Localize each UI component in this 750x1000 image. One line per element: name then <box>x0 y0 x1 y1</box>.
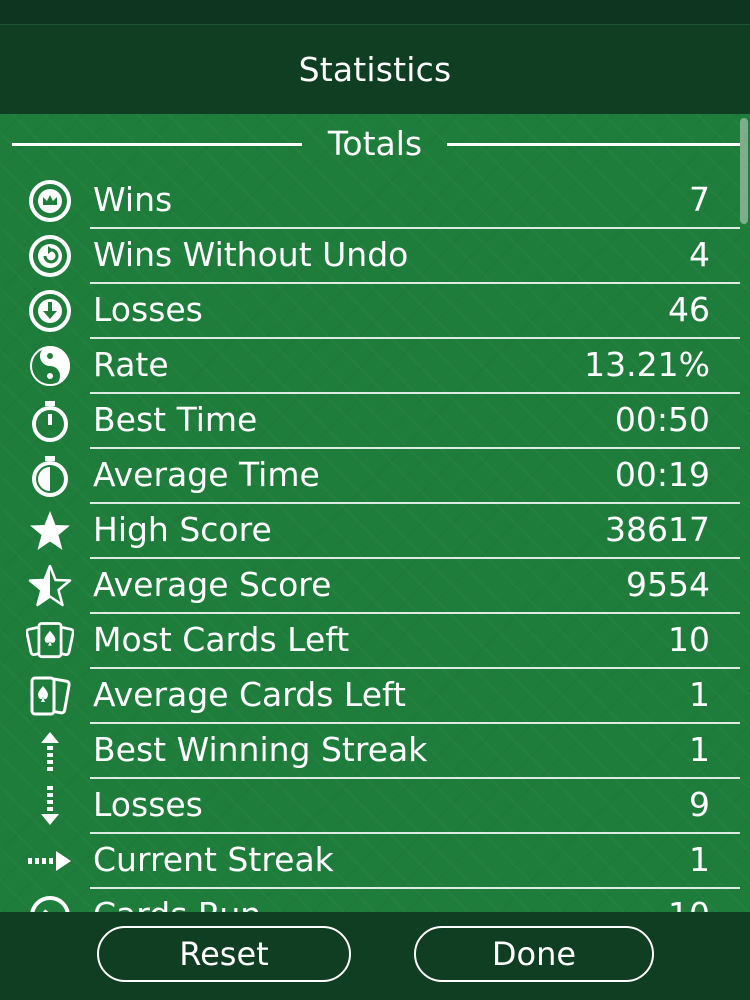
stat-label: Best Time <box>93 400 258 439</box>
stat-label: Best Winning Streak <box>93 730 428 769</box>
stat-label: Rate <box>93 345 169 384</box>
stat-row-best-winning-streak: Best Winning Streak 1 <box>0 724 740 779</box>
stat-label: Current Streak <box>93 840 334 879</box>
stat-label: Cards Run <box>93 895 261 912</box>
dotted-up-arrow-icon <box>26 729 74 773</box>
stats-scroll-area[interactable]: Totals Wins 7 Wins Without Undo 4 Losses… <box>0 114 750 912</box>
stat-label: Wins Without Undo <box>93 235 409 274</box>
bottom-bar: Reset Done <box>0 912 750 1000</box>
stat-value: 1 <box>689 730 710 769</box>
yin-yang-icon <box>26 344 74 388</box>
stat-label: Average Time <box>93 455 320 494</box>
cards-run-icon <box>26 894 74 912</box>
cards-pair-icon <box>26 674 74 718</box>
title-bar: Statistics <box>0 25 750 114</box>
stat-label: Losses <box>93 785 203 824</box>
stat-row-rate: Rate 13.21% <box>0 339 740 394</box>
stopwatch-half-icon <box>26 454 74 498</box>
stat-label: Wins <box>93 180 173 219</box>
stats-list: Wins 7 Wins Without Undo 4 Losses 46 Rat… <box>0 174 740 912</box>
stat-value: 13.21% <box>584 345 710 384</box>
stat-value: 7 <box>689 180 710 219</box>
stat-value: 00:50 <box>614 400 710 439</box>
stat-row-most-cards-left: Most Cards Left 10 <box>0 614 740 669</box>
top-strip <box>0 0 750 25</box>
page-title: Statistics <box>298 50 452 89</box>
star-icon <box>26 509 74 553</box>
down-arrow-circle-icon <box>26 289 74 333</box>
stat-value: 9 <box>689 785 710 824</box>
section-header-totals: Totals <box>0 114 740 178</box>
stat-row-losses: Losses 46 <box>0 284 740 339</box>
stat-row-wins: Wins 7 <box>0 174 740 229</box>
stat-row-wins-without-undo: Wins Without Undo 4 <box>0 229 740 284</box>
dotted-right-arrow-icon <box>26 839 74 883</box>
dotted-down-arrow-icon <box>26 784 74 828</box>
stat-label: High Score <box>93 510 272 549</box>
stat-label: Average Score <box>93 565 332 604</box>
done-button[interactable]: Done <box>414 926 654 982</box>
stat-row-current-streak: Current Streak 1 <box>0 834 740 889</box>
stat-label: Losses <box>93 290 203 329</box>
stat-label: Average Cards Left <box>93 675 406 714</box>
stat-row-average-time: Average Time 00:19 <box>0 449 740 504</box>
stat-row-best-time: Best Time 00:50 <box>0 394 740 449</box>
stat-value: 10 <box>668 895 710 912</box>
stat-row-high-score: High Score 38617 <box>0 504 740 559</box>
stat-value: 38617 <box>605 510 710 549</box>
stat-value: 1 <box>689 675 710 714</box>
stat-row-losses-streak: Losses 9 <box>0 779 740 834</box>
stopwatch-icon <box>26 399 74 443</box>
stat-row-cards-run: Cards Run 10 <box>0 889 740 912</box>
reset-button[interactable]: Reset <box>97 926 351 982</box>
stat-value: 10 <box>668 620 710 659</box>
stat-row-average-cards-left: Average Cards Left 1 <box>0 669 740 724</box>
stat-value: 00:19 <box>614 455 710 494</box>
stat-value: 46 <box>668 290 710 329</box>
undo-circle-icon <box>26 234 74 278</box>
stat-value: 9554 <box>626 565 710 604</box>
half-star-icon <box>26 564 74 608</box>
stat-row-average-score: Average Score 9554 <box>0 559 740 614</box>
cards-fan-icon <box>26 619 74 663</box>
stat-value: 4 <box>689 235 710 274</box>
stat-label: Most Cards Left <box>93 620 350 659</box>
crown-icon <box>26 179 74 223</box>
section-divider-right <box>447 143 740 146</box>
stat-value: 1 <box>689 840 710 879</box>
